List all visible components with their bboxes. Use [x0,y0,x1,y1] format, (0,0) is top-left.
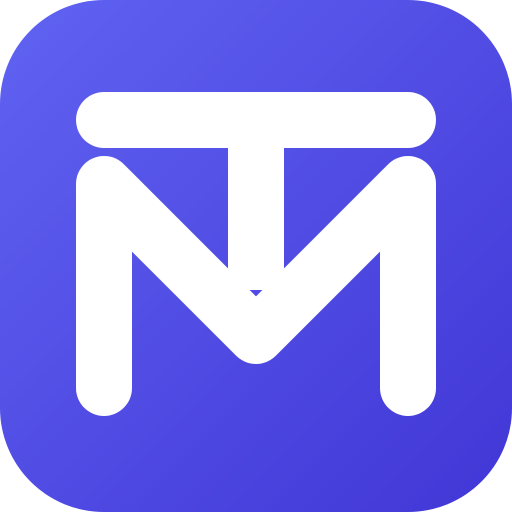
app-icon-svg [0,0,512,512]
app-icon [0,0,512,512]
